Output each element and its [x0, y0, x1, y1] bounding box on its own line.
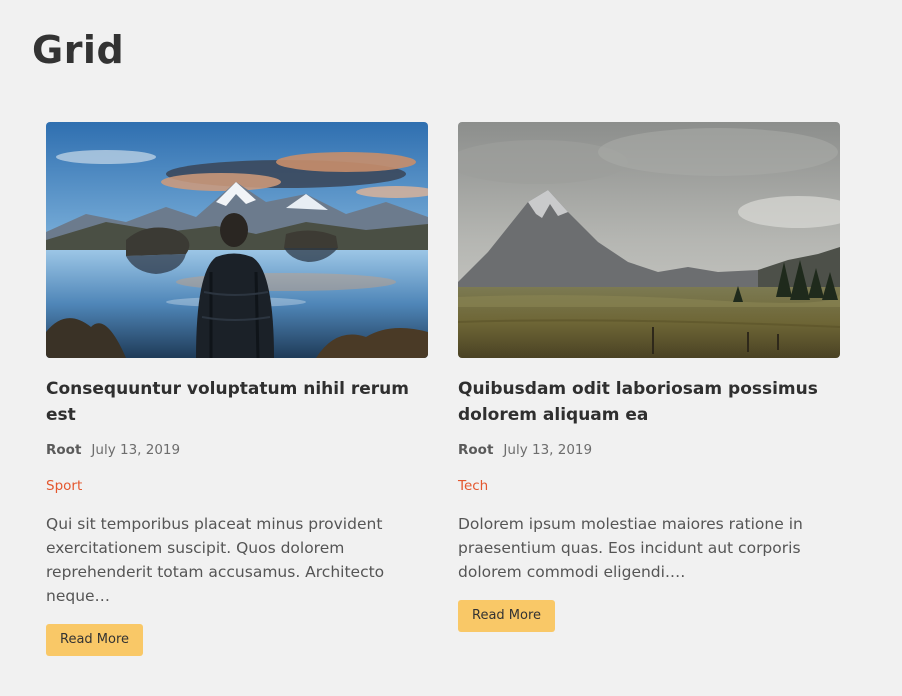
post-title[interactable]: Quibusdam odit laboriosam possimus dolor… — [458, 376, 840, 428]
read-more-button[interactable]: Read More — [458, 600, 556, 632]
post-author[interactable]: Root — [46, 440, 81, 460]
post-meta: Root July 13, 2019 — [458, 440, 840, 460]
meadow-photo — [458, 122, 840, 358]
post-meta: Root July 13, 2019 — [46, 440, 428, 460]
post-date: July 13, 2019 — [503, 442, 593, 458]
post-image-link[interactable] — [46, 122, 428, 358]
post-image-link[interactable] — [458, 122, 840, 358]
post-title[interactable]: Consequuntur voluptatum nihil rerum est — [46, 376, 428, 428]
post-category[interactable]: Tech — [458, 476, 488, 496]
post-date: July 13, 2019 — [91, 442, 181, 458]
post-card: Consequuntur voluptatum nihil rerum est … — [46, 122, 428, 656]
page-title: Grid — [32, 28, 125, 72]
post-author[interactable]: Root — [458, 440, 493, 460]
post-excerpt: Dolorem ipsum molestiae maiores ratione … — [458, 515, 803, 581]
post-card: Quibusdam odit laboriosam possimus dolor… — [458, 122, 840, 632]
post-excerpt: Qui sit temporibus placeat minus provide… — [46, 515, 385, 605]
lake-photo — [46, 122, 428, 358]
post-category[interactable]: Sport — [46, 476, 82, 496]
read-more-button[interactable]: Read More — [46, 624, 144, 656]
post-grid: Consequuntur voluptatum nihil rerum est … — [46, 122, 841, 656]
